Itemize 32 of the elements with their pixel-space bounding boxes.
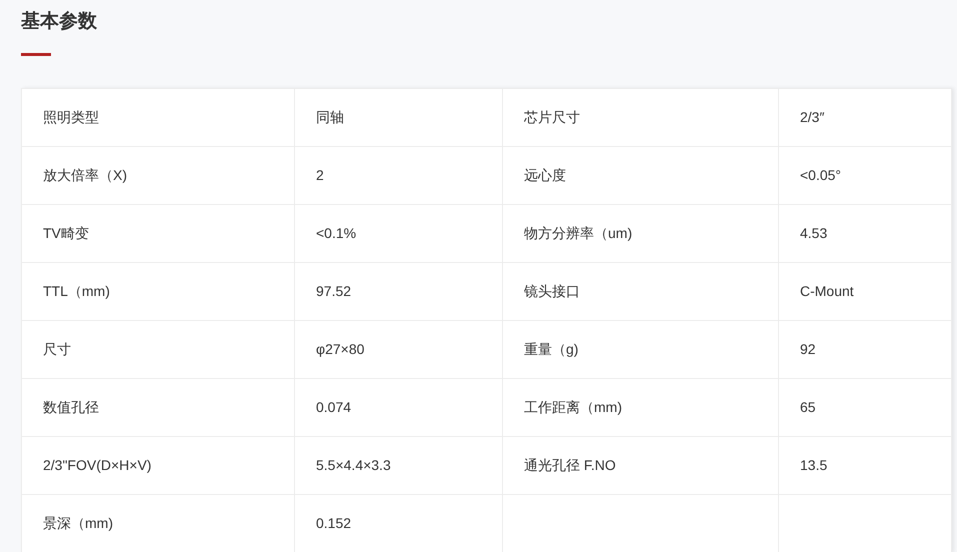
parameter-value: <0.1%	[316, 225, 356, 241]
parameter-label: 通光孔径 F.NO	[524, 457, 616, 473]
parameter-label: 物方分辨率（um)	[524, 225, 632, 241]
parameter-value: 13.5	[800, 457, 828, 473]
parameter-value: φ27×80	[316, 341, 364, 357]
parameter-label: 数值孔径	[43, 399, 99, 415]
parameter-label: 景深（mm)	[43, 515, 113, 531]
parameter-value: 97.52	[316, 283, 352, 299]
parameter-label: 工作距离（mm)	[524, 399, 622, 415]
parameter-label: 2/3"FOV(D×H×V)	[43, 457, 152, 473]
parameter-label: 重量（g)	[524, 341, 578, 357]
parameter-value: <0.05°	[800, 167, 842, 183]
parameter-label: 远心度	[524, 167, 566, 183]
parameter-label: 放大倍率（X)	[43, 167, 127, 183]
title-underline	[21, 53, 51, 56]
section-title: 基本参数	[21, 10, 97, 34]
parameter-label: 芯片尺寸	[524, 109, 580, 125]
parameter-label: TTL（mm)	[43, 283, 110, 299]
parameter-value: 2/3″	[800, 109, 824, 125]
parameter-value: 同轴	[316, 109, 344, 125]
parameter-value: 2	[316, 167, 324, 183]
parameter-label: 镜头接口	[524, 283, 580, 299]
parameter-value: C-Mount	[800, 283, 854, 299]
parameter-label: 照明类型	[43, 109, 99, 125]
parameter-value: 65	[800, 399, 816, 415]
parameter-label: TV畸变	[43, 225, 89, 241]
parameter-value: 92	[800, 341, 816, 357]
parameter-value: 4.53	[800, 225, 828, 241]
parameter-value: 0.152	[316, 515, 352, 531]
parameter-value: 0.074	[316, 399, 352, 415]
parameter-label: 尺寸	[43, 341, 71, 357]
parameter-value: 5.5×4.4×3.3	[316, 457, 391, 473]
